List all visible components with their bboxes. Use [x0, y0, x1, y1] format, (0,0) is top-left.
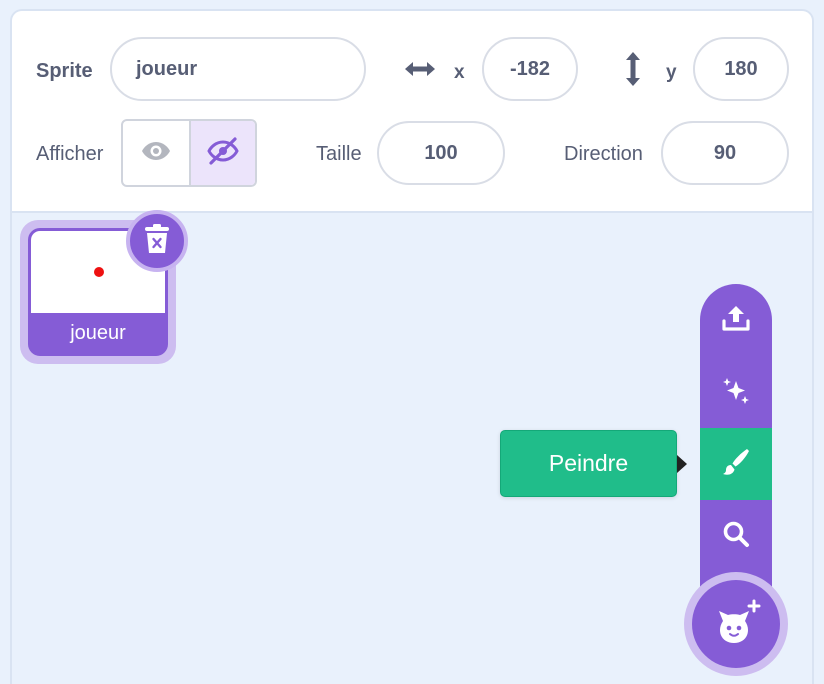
- direction-label: Direction: [564, 143, 643, 165]
- sprite-tile-name: joueur: [70, 321, 126, 344]
- sprite-costume-dot: [94, 267, 104, 277]
- x-label: x: [454, 62, 465, 83]
- trash-icon: [143, 223, 171, 260]
- direction-input[interactable]: 90: [661, 121, 789, 185]
- surprise-sprite-button[interactable]: [700, 356, 772, 428]
- tooltip-arrow: [677, 455, 687, 473]
- sprite-info-panel: Sprite joueur x -182 y 180 Afficher Tail…: [12, 11, 812, 213]
- choose-sprite-core: [692, 580, 780, 668]
- choose-sprite-button[interactable]: [684, 572, 788, 676]
- search-icon: [721, 519, 751, 554]
- upload-icon: [721, 303, 751, 338]
- paint-tooltip: Peindre: [500, 430, 677, 497]
- size-input[interactable]: 100: [377, 121, 505, 185]
- hide-button[interactable]: [189, 121, 255, 185]
- sprite-label: Sprite: [36, 60, 93, 82]
- eye-icon: [141, 140, 171, 167]
- delete-sprite-button[interactable]: [126, 210, 188, 272]
- visibility-toggle: [121, 119, 257, 187]
- sparkles-icon: [721, 375, 751, 410]
- upload-sprite-button[interactable]: [700, 284, 772, 356]
- eye-slash-icon: [207, 136, 239, 170]
- horizontal-arrows-icon: [402, 55, 438, 83]
- paint-sprite-button[interactable]: [700, 428, 772, 500]
- show-button[interactable]: [123, 121, 189, 185]
- search-sprite-button[interactable]: [700, 500, 772, 572]
- y-label: y: [666, 62, 677, 83]
- paintbrush-icon: [721, 447, 751, 482]
- size-label: Taille: [316, 143, 362, 165]
- x-input[interactable]: -182: [482, 37, 578, 101]
- cat-plus-icon: [711, 597, 761, 652]
- vertical-arrows-icon: [620, 49, 646, 89]
- add-sprite-menu: [700, 284, 772, 604]
- show-label: Afficher: [36, 143, 104, 165]
- sprite-name-input[interactable]: joueur: [110, 37, 366, 101]
- y-input[interactable]: 180: [693, 37, 789, 101]
